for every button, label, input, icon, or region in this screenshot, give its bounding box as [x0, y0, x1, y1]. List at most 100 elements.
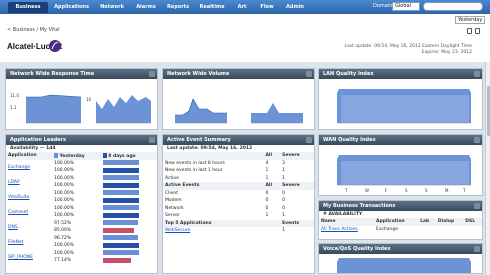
- tab-art[interactable]: Art: [231, 2, 253, 13]
- domain-select[interactable]: Global: [392, 2, 420, 11]
- panel-title: WAN Quality Index: [319, 135, 482, 145]
- last-update-text: Last update: 09:54, May 16, 2012 Eastern…: [312, 44, 472, 56]
- value-cell: 100.00%: [54, 190, 75, 196]
- y-tick: 11.0: [10, 93, 19, 98]
- value-bar: [101, 242, 157, 250]
- voice-quality-panel: Voice/QoS Quality Index: [318, 243, 483, 274]
- legend-8days: 8 days ago: [100, 152, 157, 160]
- table-row: SIP_PHONE 100.00%: [6, 250, 157, 260]
- count-all: 0: [265, 205, 269, 211]
- value-cell: 100.00%: [54, 183, 75, 189]
- app-link[interactable]: VitalSuite: [8, 195, 30, 200]
- lan-quality-panel: LAN Quality Index: [318, 68, 483, 130]
- app-leaders-table: Application Yesterday 8 days ago Exchang…: [6, 152, 157, 265]
- app-link[interactable]: DNS: [8, 225, 18, 230]
- count-severe: 0: [282, 205, 285, 211]
- x-tick: M: [445, 188, 449, 193]
- count-all: 1: [265, 168, 269, 174]
- col-name: Name: [319, 218, 375, 226]
- count-all: 0: [265, 198, 269, 204]
- area-series-inner: [341, 161, 469, 185]
- area-series: [26, 95, 81, 123]
- expires-line: Expires: May 23, 2012: [421, 50, 472, 55]
- period-select[interactable]: Yesterday: [455, 16, 485, 24]
- panel-title: Application Leaders: [6, 135, 157, 145]
- value-bar: [101, 220, 157, 228]
- col-all: All: [263, 182, 281, 190]
- panel-menu-icon[interactable]: [306, 137, 312, 143]
- panel-menu-icon[interactable]: [474, 137, 480, 143]
- tab-realtime[interactable]: Realtime: [195, 2, 229, 13]
- tab-applications[interactable]: Applications: [50, 2, 93, 13]
- table-row: Castanet 100.00%: [6, 205, 157, 215]
- tab-alarms[interactable]: Alarms: [131, 2, 161, 13]
- tab-admin[interactable]: Admin: [281, 2, 309, 13]
- col-lab: Lab: [418, 218, 436, 226]
- tab-reports[interactable]: Reports: [163, 2, 193, 13]
- print-icon[interactable]: [467, 28, 472, 34]
- x-tick: F: [385, 188, 388, 193]
- active-events-header: Active Events: [163, 182, 264, 190]
- count-severe: 0: [282, 198, 285, 204]
- value-cell: 96.72%: [54, 235, 72, 241]
- panel-title: LAN Quality Index: [319, 69, 482, 79]
- value-cell: 100.00%: [54, 243, 75, 249]
- active-event-summary-panel: Active Event Summary Last update: 09:54,…: [162, 134, 315, 274]
- col-events: Events: [280, 219, 314, 227]
- wan-quality-panel: WAN Quality Index T W F S S M T: [318, 134, 483, 196]
- tab-business[interactable]: Business: [8, 2, 48, 13]
- row-label: Active: [165, 175, 179, 181]
- app-link[interactable]: FileNet: [8, 240, 23, 245]
- panel-menu-icon[interactable]: [474, 203, 480, 209]
- value-bar: [101, 182, 157, 190]
- count-events: 1: [282, 228, 285, 234]
- panel-menu-icon[interactable]: [474, 246, 480, 252]
- business-transactions-panel: My Business Transactions # AVAILABILITY …: [318, 200, 483, 240]
- value-cell: 97.52%: [54, 220, 72, 226]
- panel-title: My Business Transactions: [319, 201, 482, 211]
- table-row: Client 0 0: [163, 190, 314, 198]
- count-all: 0: [265, 190, 269, 196]
- panel-menu-icon[interactable]: [306, 71, 312, 77]
- x-tick: T: [462, 188, 466, 193]
- value-bar: [101, 205, 157, 213]
- volume-panel: Network Wide Volume: [162, 68, 315, 130]
- lan-quality-chart: [337, 89, 471, 124]
- x-tick: S: [425, 188, 428, 193]
- panel-subtitle: Availability — 1d4: [10, 146, 56, 151]
- table-row: DNS 97.52%: [6, 220, 157, 230]
- table-row: VitalSuite 100.00%: [6, 190, 157, 200]
- panel-title: Active Event Summary: [163, 135, 314, 145]
- tab-flow[interactable]: Flow: [255, 2, 279, 13]
- breadcrumb[interactable]: < Business / My Vital: [7, 27, 60, 33]
- value-cell: 100.00%: [54, 250, 75, 256]
- value-cell: 100.00%: [54, 160, 75, 166]
- response-time-chart: 11.0 1.1 10: [10, 93, 151, 124]
- help-icon[interactable]: [475, 28, 480, 34]
- area-series: [337, 258, 471, 273]
- panel-menu-icon[interactable]: [149, 137, 155, 143]
- voice-quality-chart: [337, 258, 471, 273]
- panel-subtitle: Last update: 09:54, May 16, 2012: [167, 146, 253, 151]
- table-row: New events in last 1 hour 1 1: [163, 167, 314, 175]
- count-all: 4: [265, 160, 269, 166]
- table-row: Server 1 1: [163, 212, 314, 220]
- app-link[interactable]: WebSecure: [165, 228, 190, 233]
- tab-network[interactable]: Network: [95, 2, 129, 13]
- value-cell: 100.00%: [54, 198, 75, 204]
- transaction-link[interactable]: All Trans Actions: [321, 227, 358, 232]
- y-tick: 1.1: [10, 105, 17, 110]
- panel-title: Voice/QoS Quality Index: [319, 244, 482, 254]
- value-cell: 77.14%: [54, 258, 72, 264]
- app-link[interactable]: Castanet: [8, 210, 28, 215]
- page-scrollbar[interactable]: [485, 62, 490, 275]
- event-summary-table: All Severe New events in last 8 hours 4 …: [163, 152, 314, 235]
- app-link[interactable]: LDAP: [8, 180, 20, 185]
- area-series-inner: [341, 95, 469, 123]
- app-link[interactable]: Exchange: [8, 165, 30, 170]
- search-input[interactable]: [423, 2, 483, 11]
- panel-menu-icon[interactable]: [149, 71, 155, 77]
- panel-menu-icon[interactable]: [474, 71, 480, 77]
- row-label: Server: [165, 213, 180, 219]
- app-link[interactable]: SIP_PHONE: [8, 255, 33, 260]
